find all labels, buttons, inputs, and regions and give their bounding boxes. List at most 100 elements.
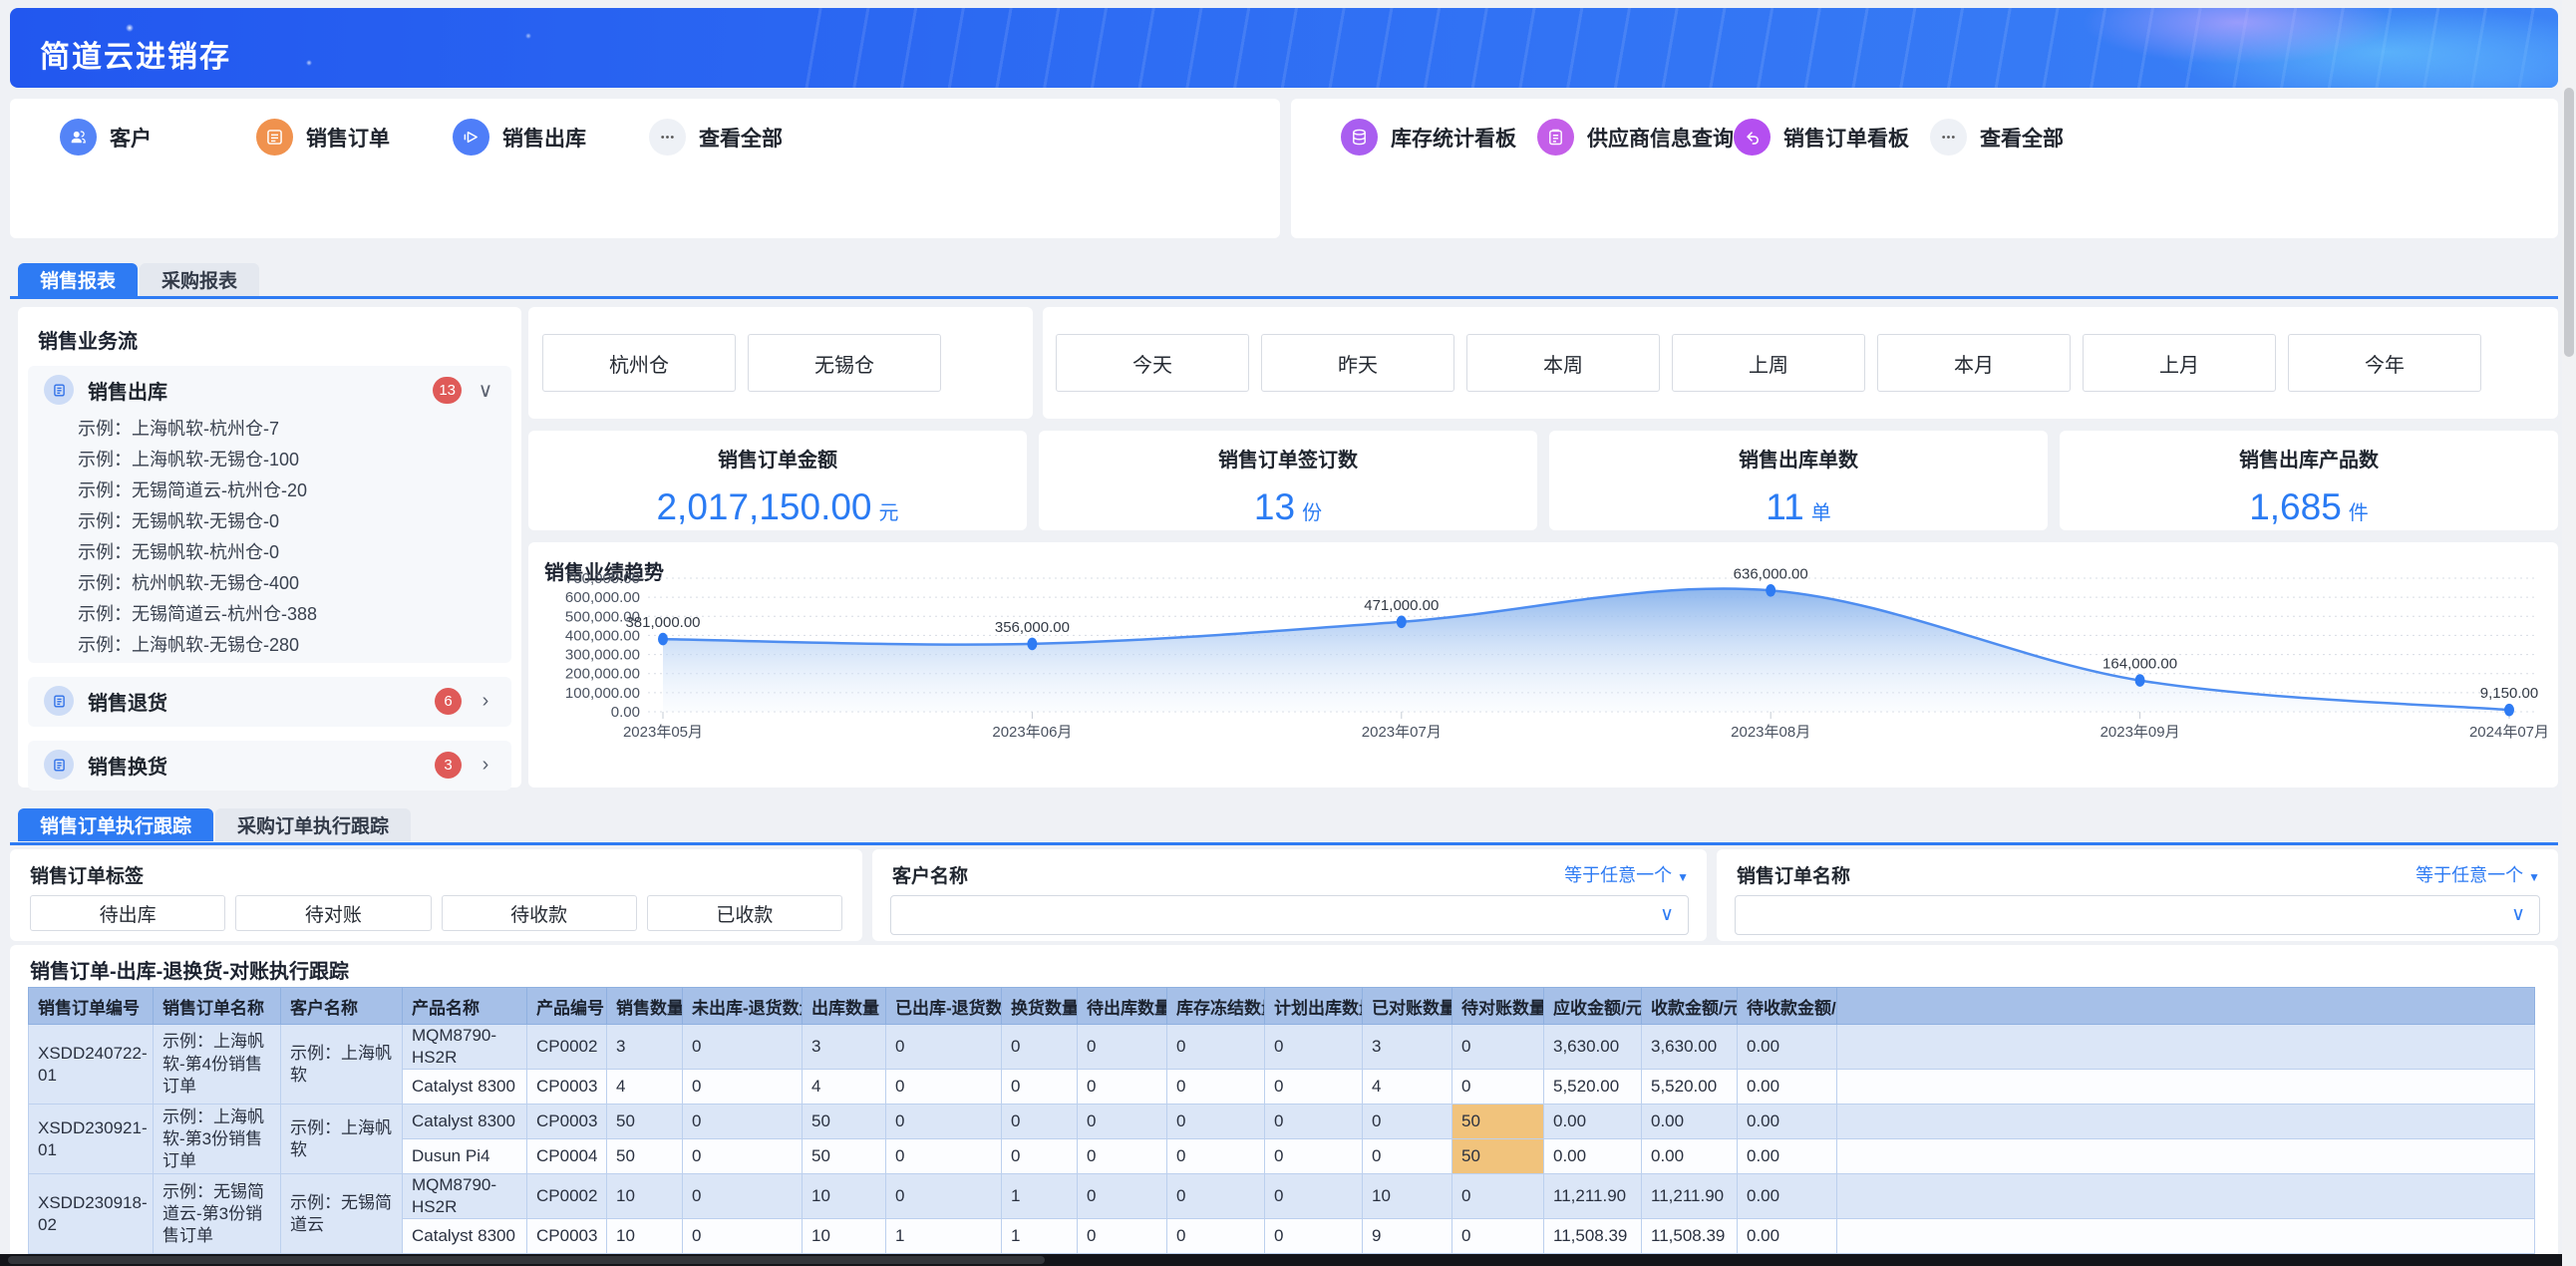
order-no-cell: XSDD240722-01	[29, 1025, 154, 1105]
quick-link-more[interactable]: 查看全部	[649, 119, 783, 156]
quick-link-send[interactable]: 销售出库	[453, 119, 586, 156]
column-header: 应收金额/元	[1544, 988, 1642, 1025]
cell: 0	[1002, 1139, 1078, 1174]
kpi-card-2: 销售出库单数11单	[1549, 431, 2048, 530]
table-row: XSDD230918-02示例：无锡简道云-第3份销售订单示例：无锡简道云MQM…	[29, 1174, 2535, 1219]
cell: 0	[1078, 1219, 1167, 1254]
cell: 9	[1363, 1219, 1452, 1254]
kpi-card-0: 销售订单金额2,017,150.00元	[528, 431, 1027, 530]
horizontal-scrollbar-thumb[interactable]	[8, 1256, 1045, 1264]
column-header: 换货数量	[1002, 988, 1078, 1025]
svg-text:2024年07月: 2024年07月	[2469, 724, 2549, 741]
date-button-0[interactable]: 今天	[1056, 334, 1249, 392]
cell: 0	[886, 1070, 1002, 1105]
date-button-1[interactable]: 昨天	[1261, 334, 1454, 392]
quick-link-user[interactable]: 客户	[60, 119, 152, 156]
svg-text:600,000.00: 600,000.00	[565, 589, 640, 606]
flow-subitem[interactable]: 示例：无锡简道云-杭州仓-388	[28, 599, 511, 630]
cell: 0	[683, 1105, 803, 1139]
date-button-6[interactable]: 今年	[2288, 334, 2481, 392]
flow-subitem[interactable]: 示例：无锡帆软-无锡仓-0	[28, 506, 511, 537]
chevron-down-icon[interactable]: ∨	[476, 378, 495, 403]
svg-text:2023年07月: 2023年07月	[1362, 724, 1442, 741]
customer-name-select[interactable]: ∨	[890, 895, 1689, 935]
customer-filter-label: 客户名称	[892, 861, 968, 888]
date-button-3[interactable]: 上周	[1672, 334, 1865, 392]
order-name-select[interactable]: ∨	[1735, 895, 2540, 935]
flow-subitem[interactable]: 示例：上海帆软-无锡仓-280	[28, 630, 511, 661]
quick-link-more[interactable]: 查看全部	[1930, 119, 2064, 156]
tracking-tabs: 销售订单执行跟踪采购订单执行跟踪	[18, 808, 411, 841]
more-icon	[1930, 119, 1967, 156]
svg-text:381,000.00: 381,000.00	[625, 614, 700, 631]
flow-subitem[interactable]: 示例：杭州帆软-无锡仓-400	[28, 568, 511, 599]
cell: 10	[803, 1219, 886, 1254]
warehouse-button-1[interactable]: 无锡仓	[748, 334, 941, 392]
quick-links-card-right: 库存统计看板 供应商信息查询销售订单看板查看全部	[1291, 99, 2558, 238]
svg-text:2023年08月: 2023年08月	[1731, 724, 1810, 741]
customer-operator-link[interactable]: 等于任意一个 ▼	[1564, 861, 1689, 887]
kpi-unit: 份	[1302, 496, 1322, 525]
cell: 50	[803, 1139, 886, 1174]
chevron-right-icon[interactable]: ›	[476, 690, 495, 713]
send-icon	[453, 119, 489, 156]
flow-group-header[interactable]: 销售换货3›	[28, 741, 511, 789]
cell: 0.00	[1738, 1219, 1837, 1254]
cell: 50	[1452, 1139, 1544, 1174]
horizontal-scrollbar[interactable]	[0, 1254, 2576, 1266]
tab-tracking-0[interactable]: 销售订单执行跟踪	[18, 808, 213, 841]
kpi-value: 1,685件	[2249, 486, 2369, 528]
flow-group-header[interactable]: 销售退货6›	[28, 677, 511, 725]
order-name-cell: 示例：上海帆软-第3份销售订单	[154, 1105, 281, 1174]
cell: 11,211.90	[1544, 1174, 1642, 1219]
cell: 3	[803, 1025, 886, 1070]
flow-subitem[interactable]: 示例：无锡简道云-杭州仓-20	[28, 475, 511, 506]
quick-link-label: 库存统计看板	[1391, 123, 1516, 153]
sales-flow-groups: 销售出库13∨示例：上海帆软-杭州仓-7示例：上海帆软-无锡仓-100示例：无锡…	[18, 366, 521, 791]
cell: 11,508.39	[1642, 1219, 1738, 1254]
cell: 0.00	[1544, 1139, 1642, 1174]
cell: 0	[1167, 1070, 1265, 1105]
date-buttons: 今天昨天本周上周本月上月今年	[1056, 334, 2481, 392]
tab-tracking-1[interactable]: 采购订单执行跟踪	[215, 808, 411, 841]
cell: 0	[1265, 1025, 1363, 1070]
flow-subitem[interactable]: 示例：上海帆软-杭州仓-7	[28, 414, 511, 445]
order-tag-button-0[interactable]: 待出库	[30, 895, 225, 931]
kpi-number: 11	[1766, 486, 1803, 528]
chevron-right-icon[interactable]: ›	[476, 754, 495, 777]
svg-text:700,000.00: 700,000.00	[565, 570, 640, 587]
customer-filter-card: 客户名称 等于任意一个 ▼ ∨	[872, 849, 1707, 941]
cell: 4	[803, 1070, 886, 1105]
date-button-5[interactable]: 上月	[2083, 334, 2276, 392]
date-button-4[interactable]: 本月	[1877, 334, 2071, 392]
chevron-down-icon: ∨	[2511, 903, 2525, 926]
quick-link-form[interactable]: 销售订单	[256, 119, 390, 156]
cell: 1	[1002, 1174, 1078, 1219]
order-name-filter-card: 销售订单名称 等于任意一个 ▼ ∨	[1717, 849, 2558, 941]
flow-subitem[interactable]: 示例：上海帆软-无锡仓-100	[28, 445, 511, 475]
column-header	[1837, 988, 2535, 1025]
user-icon	[60, 119, 97, 156]
quick-link-database[interactable]: 库存统计看板	[1341, 119, 1516, 156]
cell: 0	[1265, 1139, 1363, 1174]
tab-report-1[interactable]: 采购报表	[140, 263, 259, 296]
quick-link-label: 供应商信息查询	[1587, 123, 1734, 153]
date-button-2[interactable]: 本周	[1466, 334, 1660, 392]
quick-link-label: 销售出库	[502, 123, 586, 153]
flow-subitem[interactable]: 示例：无锡帆软-杭州仓-0	[28, 537, 511, 568]
cell: 0.00	[1738, 1070, 1837, 1105]
quick-link-clipboard[interactable]: 供应商信息查询	[1537, 119, 1734, 156]
vertical-scrollbar[interactable]	[2562, 0, 2576, 1266]
quick-link-return[interactable]: 销售订单看板	[1734, 119, 1909, 156]
flow-group-header[interactable]: 销售出库13∨	[28, 366, 511, 414]
order-tag-button-1[interactable]: 待对账	[235, 895, 431, 931]
column-header: 待出库数量	[1078, 988, 1167, 1025]
order-tag-button-3[interactable]: 已收款	[647, 895, 842, 931]
warehouse-button-0[interactable]: 杭州仓	[542, 334, 736, 392]
cell: 0	[1002, 1025, 1078, 1070]
cell: 0	[1265, 1174, 1363, 1219]
order-tag-button-2[interactable]: 待收款	[442, 895, 637, 931]
tab-report-0[interactable]: 销售报表	[18, 263, 138, 296]
vertical-scrollbar-thumb[interactable]	[2564, 88, 2574, 357]
order-name-operator-link[interactable]: 等于任意一个 ▼	[2415, 861, 2540, 887]
